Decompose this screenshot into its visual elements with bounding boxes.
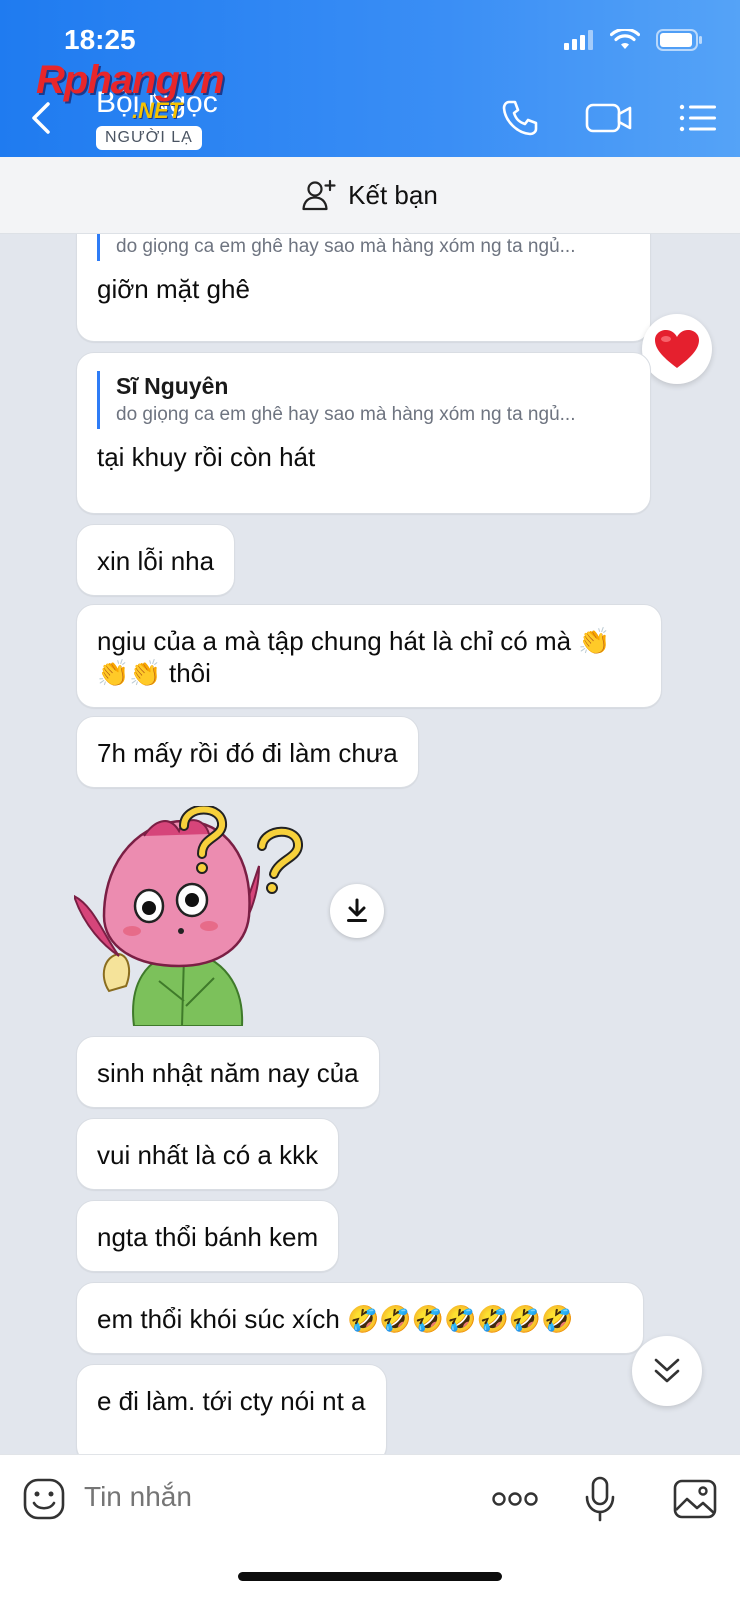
download-sticker-button[interactable] xyxy=(330,884,384,938)
quoted-message[interactable]: Sĩ Nguyên do giọng ca em ghê hay sao mà … xyxy=(97,371,630,429)
chat-header: 18:25 Bội Ngọc NGƯỜI LẠ Rphangvn .NET xyxy=(0,0,740,157)
message-text: 7h mấy rồi đó đi làm chưa xyxy=(97,738,398,768)
emoji-icon xyxy=(23,1478,65,1520)
voice-message-button[interactable] xyxy=(580,1473,620,1525)
more-dots-icon xyxy=(492,1492,538,1506)
message-bubble[interactable]: em thổi khói súc xích 🤣🤣🤣🤣🤣🤣🤣 xyxy=(76,1282,644,1354)
chat-options-button[interactable] xyxy=(676,96,720,140)
voice-call-button[interactable] xyxy=(496,96,544,140)
cellular-signal-icon xyxy=(564,30,593,50)
home-indicator[interactable] xyxy=(238,1572,502,1581)
message-bubble[interactable]: xin lỗi nha xyxy=(76,524,236,596)
message-bubble[interactable]: e đi làm. tới cty nói nt a xyxy=(76,1364,387,1454)
message-text-line: ngiu của a mà tập chung hát là chỉ có mà… xyxy=(97,626,611,656)
quoted-author: Sĩ Nguyên xyxy=(116,373,229,399)
message-bubble[interactable]: 7h mấy rồi đó đi làm chưa xyxy=(76,716,419,788)
message-text: sinh nhật năm nay của xyxy=(97,1058,359,1088)
list-menu-icon xyxy=(679,104,716,132)
message-bubble[interactable]: vui nhất là có a kkk xyxy=(76,1118,340,1190)
video-call-button[interactable] xyxy=(584,96,634,140)
scroll-to-bottom-button[interactable] xyxy=(632,1336,702,1406)
message-bubble[interactable]: do giọng ca em ghê hay sao mà hàng xóm n… xyxy=(76,234,651,342)
message-text: xin lỗi nha xyxy=(97,546,215,576)
wifi-icon xyxy=(610,29,640,49)
status-icons xyxy=(564,28,704,52)
quoted-text: do giọng ca em ghê hay sao mà hàng xóm n… xyxy=(116,404,576,425)
message-text: em thổi khói súc xích 🤣🤣🤣🤣🤣🤣🤣 xyxy=(97,1304,574,1334)
watermark-logo: Rphangvn xyxy=(36,58,225,102)
video-camera-icon xyxy=(585,103,632,133)
message-bubble[interactable]: sinh nhật năm nay của xyxy=(76,1036,380,1108)
stranger-badge: NGƯỜI LẠ xyxy=(96,126,202,150)
add-friend-label: Kết bạn xyxy=(348,179,438,210)
message-text: e đi làm. tới cty nói nt a xyxy=(97,1386,366,1416)
message-text: ngta thổi bánh kem xyxy=(97,1222,319,1252)
message-input[interactable] xyxy=(84,1481,444,1513)
sticker-button[interactable] xyxy=(20,1475,68,1523)
message-bubble[interactable]: Sĩ Nguyên do giọng ca em ghê hay sao mà … xyxy=(76,352,651,514)
microphone-icon xyxy=(585,1476,615,1522)
more-options-button[interactable] xyxy=(490,1479,540,1519)
message-bubble[interactable]: ngiu của a mà tập chung hát là chỉ có mà… xyxy=(76,604,662,708)
message-text: vui nhất là có a kkk xyxy=(97,1140,319,1170)
quoted-message[interactable]: do giọng ca em ghê hay sao mà hàng xóm n… xyxy=(97,234,630,261)
message-text: giỡn mặt ghê xyxy=(97,274,250,304)
reaction-badge[interactable] xyxy=(642,314,712,384)
watermark-logo-sub: .NET xyxy=(132,98,183,123)
send-image-button[interactable] xyxy=(670,1475,720,1523)
add-friend-button[interactable]: Kết bạn xyxy=(0,157,740,234)
message-bubble[interactable]: ngta thổi bánh kem xyxy=(76,1200,340,1272)
add-user-icon xyxy=(302,179,336,211)
status-time: 18:25 xyxy=(64,24,136,55)
message-list[interactable]: do giọng ca em ghê hay sao mà hàng xóm n… xyxy=(0,234,740,1454)
battery-icon xyxy=(656,29,702,51)
double-chevron-down-icon xyxy=(654,1358,680,1383)
message-text: tại khuy rồi còn hát xyxy=(97,442,316,472)
image-icon xyxy=(673,1479,717,1519)
phone-icon xyxy=(502,100,538,136)
heart-icon xyxy=(655,330,699,368)
quoted-text: do giọng ca em ghê hay sao mà hàng xóm n… xyxy=(116,236,576,257)
download-icon xyxy=(347,898,367,922)
lotus-sticker[interactable] xyxy=(74,806,314,1026)
message-text-line: 👏👏 thôi xyxy=(97,658,211,688)
